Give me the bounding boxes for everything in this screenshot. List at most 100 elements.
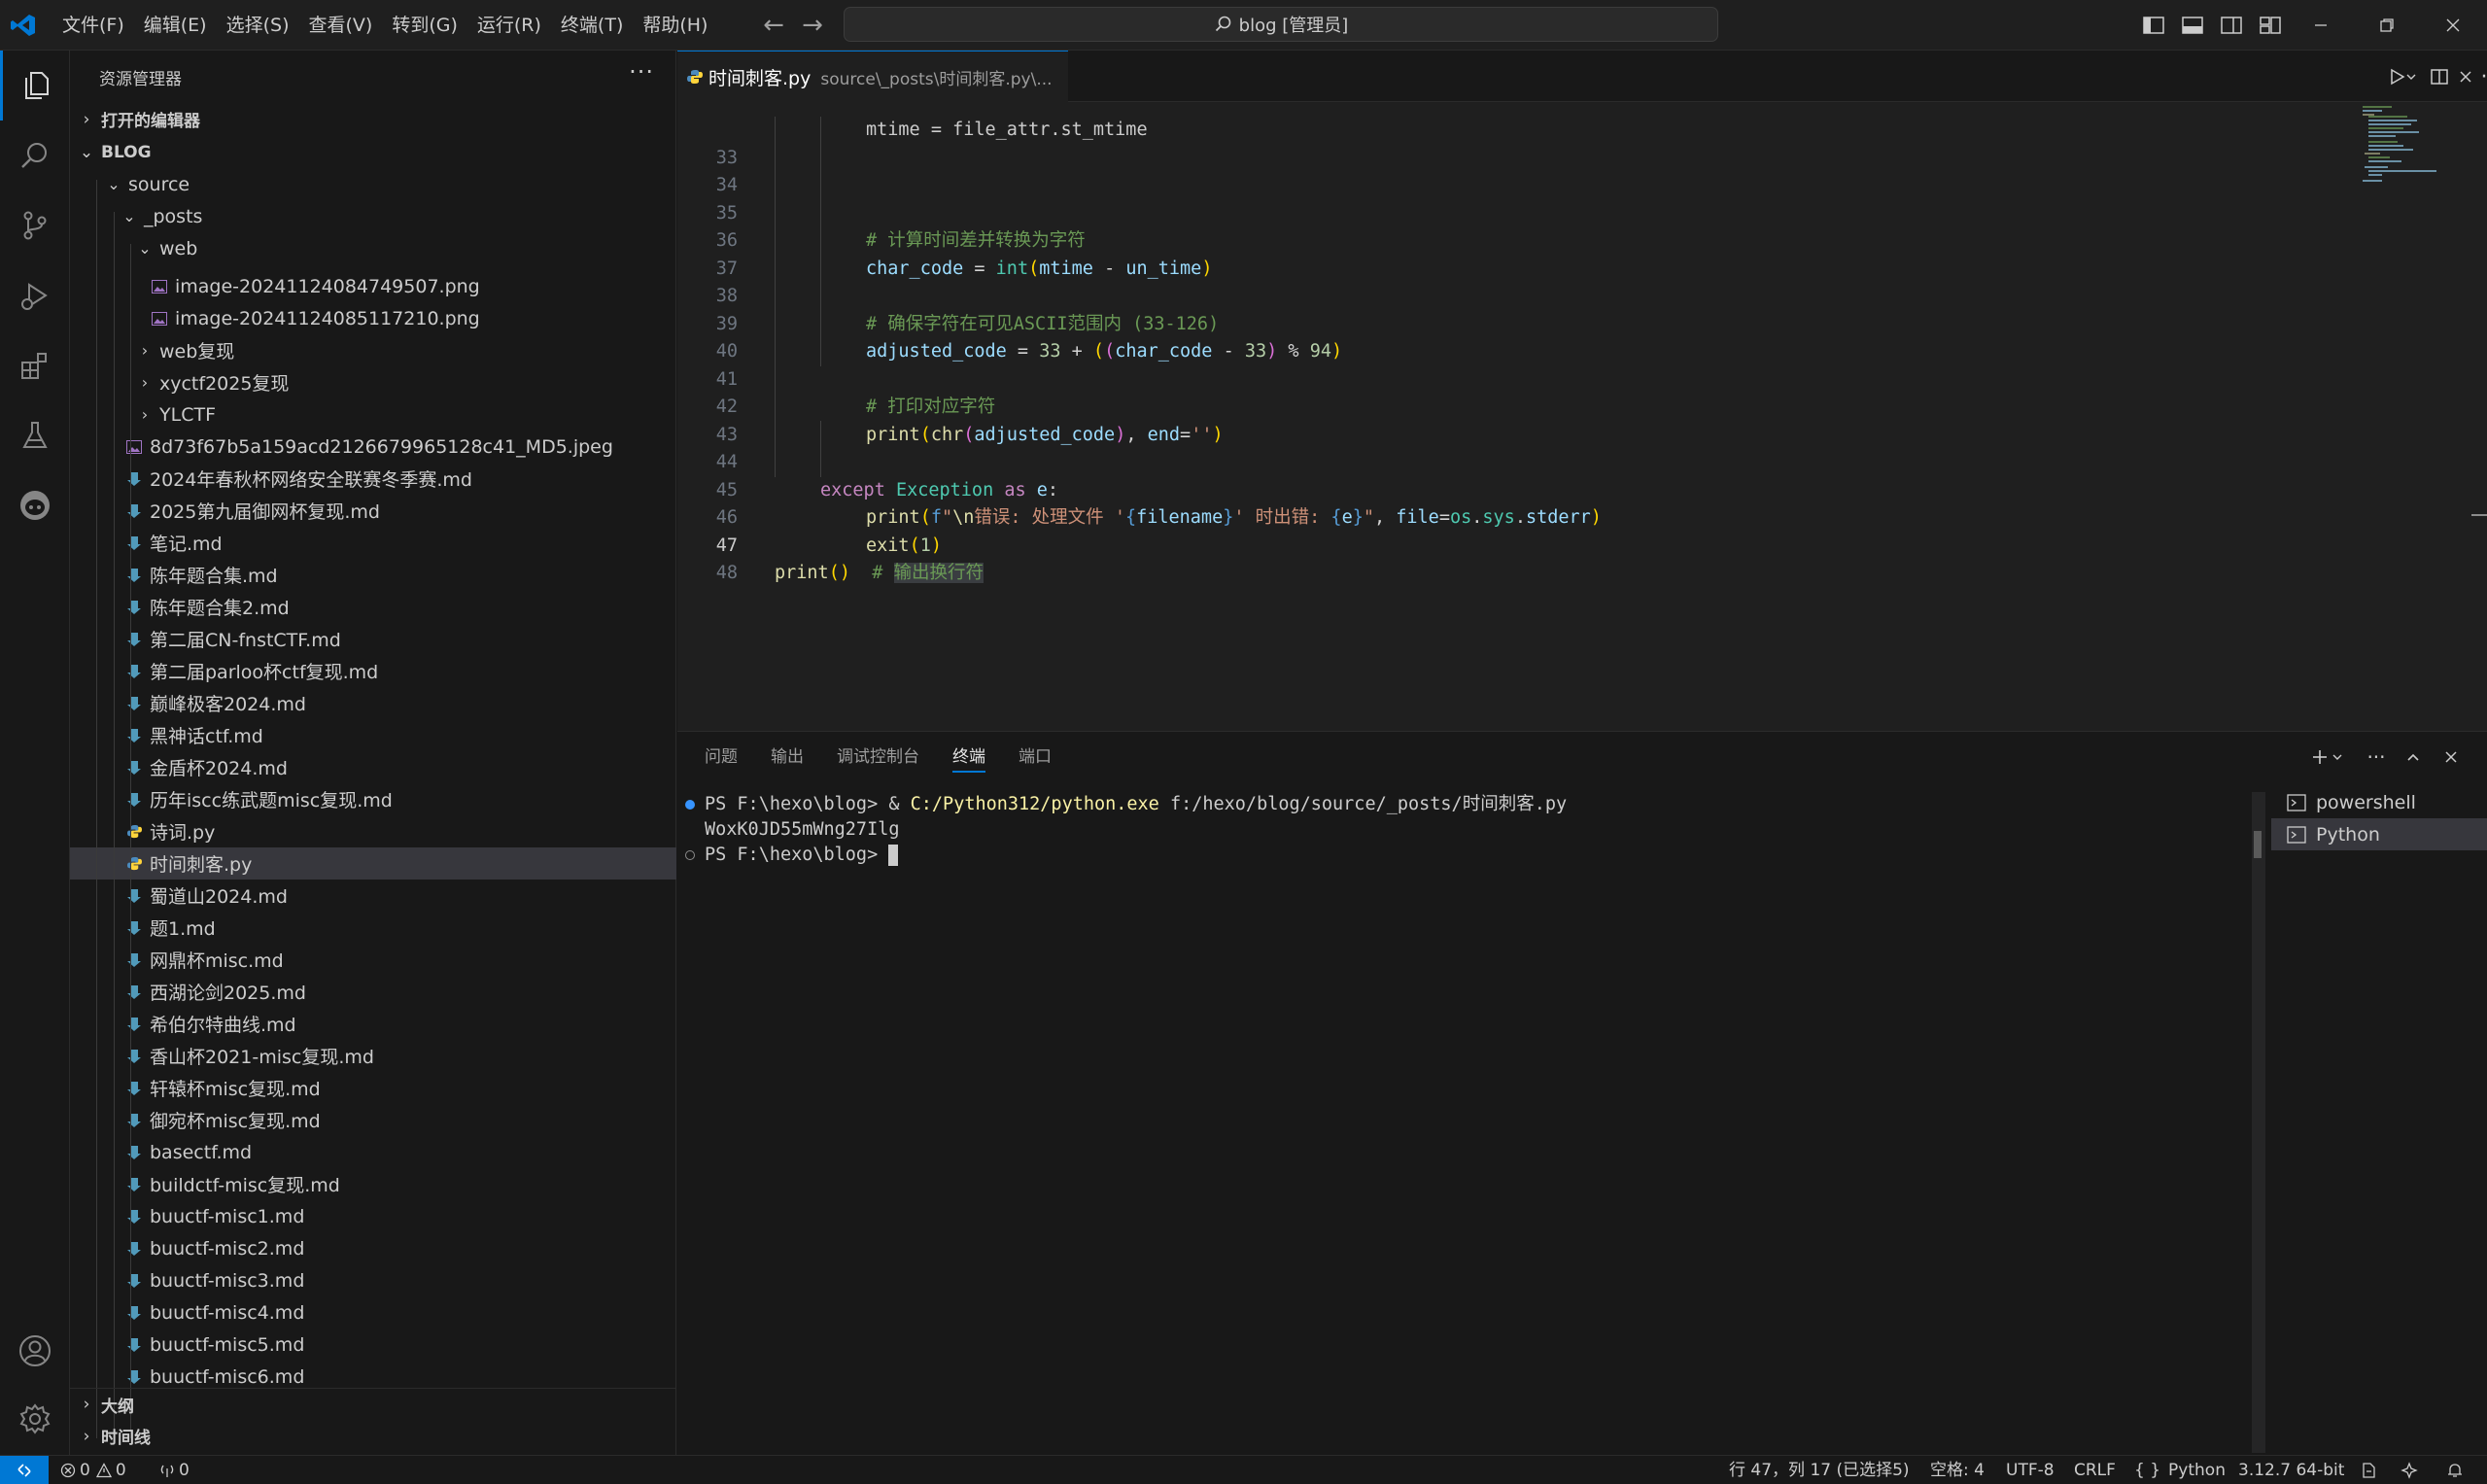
tree-file[interactable]: 蜀道山2024.md [70,880,676,912]
menu-help[interactable]: 帮助(H) [633,9,717,42]
tree-file[interactable]: buuctf-misc1.md [70,1200,676,1232]
tree-file[interactable]: basectf.md [70,1136,676,1168]
tree-file[interactable]: 时间刺客.py [70,847,676,880]
code-editor[interactable]: mtime = file_attr.st_mtime 33 34 # 计算时间差… [677,102,2487,731]
extensions-icon[interactable] [0,330,70,400]
terminal-scrollbar[interactable] [2252,792,2265,1453]
menu-run[interactable]: 运行(R) [467,9,551,42]
encoding[interactable]: UTF-8 [2006,1456,2055,1484]
tree-file[interactable]: 金盾杯2024.md [70,751,676,783]
ports-indicator[interactable]: 0 [159,1456,190,1484]
tree-file[interactable]: 香山杯2021-misc复现.md [70,1040,676,1072]
tree-file[interactable]: 2024年春秋杯网络安全联赛冬季赛.md [70,463,676,495]
tree-file[interactable]: 第二届CN-fnstCTF.md [70,623,676,655]
tree-file[interactable]: 黑神话ctf.md [70,719,676,751]
minimap[interactable] [2359,102,2446,219]
tree-file[interactable]: buuctf-misc4.md [70,1296,676,1329]
tree-file[interactable]: 陈年题合集.md [70,559,676,591]
open-editors-section[interactable]: › 打开的编辑器 [70,103,676,135]
tree-folder[interactable]: › YLCTF [70,398,676,431]
panel-more-actions-icon[interactable]: ··· [2364,744,2389,770]
maximize-panel-chevron-up-icon[interactable] [2401,744,2426,770]
terminal-profile-chevron-icon[interactable] [2330,744,2345,770]
run-dropdown-chevron-icon[interactable] [2403,64,2419,89]
tree-file[interactable]: 第二届parloo杯ctf复现.md [70,655,676,687]
tree-file[interactable]: 轩辕杯misc复现.md [70,1072,676,1104]
github-copilot-icon[interactable] [0,470,70,540]
close-window-icon[interactable] [2426,0,2480,51]
tree-file[interactable]: 题1.md [70,912,676,944]
tree-file[interactable]: buuctf-misc5.md [70,1329,676,1361]
tree-file[interactable]: image-20241124085117210.png [70,302,676,334]
tree-file[interactable]: 网鼎杯misc.md [70,944,676,976]
back-arrow-icon[interactable]: ← [760,12,787,39]
split-editor-icon[interactable] [2427,64,2452,89]
file-info-icon[interactable] [2360,1456,2377,1484]
command-center[interactable]: blog [管理员] [844,7,1718,42]
workspace-section[interactable]: ⌄ BLOG [70,136,676,168]
minimize-icon[interactable] [2294,0,2348,51]
restore-icon[interactable] [2360,0,2414,51]
indentation[interactable]: 空格: 4 [1930,1456,1985,1484]
tree-file[interactable]: image-20241124084749507.png [70,270,676,302]
toggle-panel-icon[interactable] [2180,13,2205,38]
testing-flask-icon[interactable] [0,400,70,470]
menu-selection[interactable]: 选择(S) [217,9,299,42]
copilot-status-icon[interactable] [2401,1456,2418,1484]
tree-file[interactable]: 西湖论剑2025.md [70,976,676,1008]
toggle-primary-sidebar-icon[interactable] [2141,13,2166,38]
explorer-icon[interactable] [0,51,70,121]
tree-file[interactable]: buildctf-misc复现.md [70,1168,676,1200]
notifications-bell-icon[interactable] [2446,1456,2464,1484]
menu-view[interactable]: 查看(V) [299,9,383,42]
cursor-position[interactable]: 行 47，列 17 (已选择5) [1729,1456,1910,1484]
end-of-line[interactable]: CRLF [2074,1456,2116,1484]
tree-file[interactable]: 笔记.md [70,527,676,559]
timeline-section[interactable]: › 时间线 [70,1420,676,1452]
python-interpreter[interactable]: 3.12.7 64-bit [2238,1456,2344,1484]
terminal-output[interactable]: PS F:\hexo\blog> & C:/Python312/python.e… [677,792,2252,1453]
remote-indicator-icon[interactable] [0,1456,49,1484]
forward-arrow-icon[interactable]: → [799,12,826,39]
tab-problems[interactable]: 问题 [705,732,738,782]
menu-go[interactable]: 转到(G) [382,9,467,42]
tree-file[interactable]: 2025第九届御网杯复现.md [70,495,676,527]
editor-more-actions-icon[interactable]: ··· [2478,64,2487,89]
language-mode[interactable]: { } Python [2134,1456,2226,1484]
outline-section[interactable]: › 大纲 [70,1388,676,1420]
tree-file[interactable]: 御宛杯misc复现.md [70,1104,676,1136]
menu-file[interactable]: 文件(F) [52,9,134,42]
tree-file[interactable]: 诗词.py [70,815,676,847]
tree-folder[interactable]: ⌄ _posts [70,200,676,232]
terminal-scroll-thumb[interactable] [2254,831,2262,858]
tree-file[interactable]: 历年iscc练武题misc复现.md [70,783,676,815]
source-control-icon[interactable] [0,190,70,260]
tree-folder[interactable]: › web复现 [70,334,676,366]
tab-debug-console[interactable]: 调试控制台 [837,732,919,782]
tree-folder[interactable]: › xyctf2025复现 [70,366,676,398]
tree-file[interactable]: 陈年题合集2.md [70,591,676,623]
customize-layout-icon[interactable] [2258,13,2283,38]
tree-folder[interactable]: ⌄ source [70,180,676,200]
run-debug-icon[interactable] [0,260,70,330]
close-panel-icon[interactable] [2438,744,2464,770]
menu-terminal[interactable]: 终端(T) [551,9,633,42]
tree-file[interactable]: 巅峰极客2024.md [70,687,676,719]
terminal-item-powershell[interactable]: powershell [2271,786,2487,818]
accounts-icon[interactable] [0,1316,70,1386]
terminal-item-python[interactable]: Python [2271,818,2487,850]
search-view-icon[interactable] [0,121,70,190]
tree-folder[interactable]: ⌄ web [70,232,676,264]
tree-file[interactable]: buuctf-misc2.md [70,1232,676,1264]
toggle-secondary-sidebar-icon[interactable] [2219,13,2244,38]
tree-file[interactable]: buuctf-misc3.md [70,1264,676,1296]
tree-file[interactable]: 8d73f67b5a159acd2126679965128c41_MD5.jpe… [70,431,676,463]
close-editor-icon[interactable] [2453,64,2478,89]
menu-edit[interactable]: 编辑(E) [134,9,217,42]
tab-active-file[interactable]: 时间刺客.py source\_posts\时间刺客.py\... [677,51,1068,102]
tab-terminal[interactable]: 终端 [952,732,985,782]
tab-output[interactable]: 输出 [771,732,804,782]
more-actions-icon[interactable]: ··· [629,58,654,86]
tab-ports[interactable]: 端口 [1019,732,1052,782]
settings-gear-icon[interactable] [0,1384,70,1454]
